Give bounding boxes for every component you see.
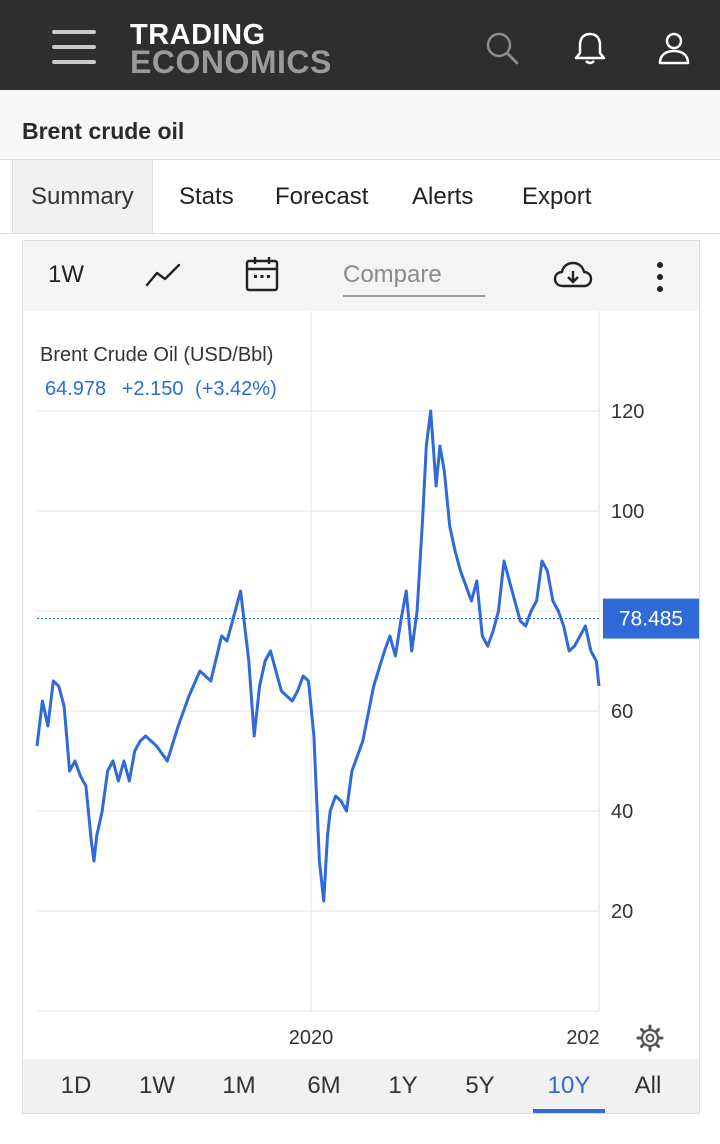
x-tick-202: 202 bbox=[566, 1027, 599, 1049]
tab-export[interactable]: Export bbox=[522, 160, 591, 233]
series-price-line bbox=[35, 409, 601, 903]
y-tick-100: 100 bbox=[611, 501, 644, 523]
chart-settings-icon[interactable] bbox=[636, 1024, 664, 1052]
tab-alerts[interactable]: Alerts bbox=[412, 160, 473, 233]
range-1m-button[interactable]: 1M bbox=[216, 1059, 262, 1113]
bell-icon[interactable] bbox=[572, 30, 608, 66]
tab-stats[interactable]: Stats bbox=[179, 160, 234, 233]
search-icon[interactable] bbox=[484, 30, 520, 66]
range-button-bar: 1D 1W 1M 6M 1Y 5Y 10Y All bbox=[23, 1059, 699, 1113]
tab-bar: Summary Stats Forecast Alerts Export bbox=[0, 160, 720, 234]
quote-price: 64.978 bbox=[45, 378, 106, 400]
y-tick-20: 20 bbox=[611, 901, 633, 923]
title-row: Brent crude oil bbox=[0, 90, 720, 160]
y-tick-60: 60 bbox=[611, 701, 633, 723]
user-icon[interactable] bbox=[656, 30, 692, 66]
range-5y-button[interactable]: 5Y bbox=[457, 1059, 503, 1113]
logo-line-2: ECONOMICS bbox=[130, 44, 332, 80]
y-tick-40: 40 bbox=[611, 801, 633, 823]
price-chart[interactable]: 20 40 60 100 120 Brent Crude Oil (USD/Bbl) 6… bbox=[23, 241, 699, 1057]
x-tick-2020: 2020 bbox=[289, 1027, 334, 1049]
range-all-button[interactable]: All bbox=[625, 1059, 671, 1113]
y-tick-120: 120 bbox=[611, 401, 644, 423]
quote-change-pct: (+3.42%) bbox=[195, 378, 277, 400]
range-1d-button[interactable]: 1D bbox=[53, 1059, 99, 1113]
range-10y-button[interactable]: 10Y bbox=[533, 1059, 605, 1113]
page-title: Brent crude oil bbox=[22, 118, 185, 144]
y-axis-labels: 20 40 60 100 120 bbox=[611, 401, 644, 923]
last-value-label: 78.485 bbox=[603, 598, 699, 639]
quote-value: 64.978 +2.150 (+3.42%) bbox=[45, 378, 277, 400]
chart-title: Brent Crude Oil (USD/Bbl) bbox=[40, 344, 273, 366]
range-6m-button[interactable]: 6M bbox=[299, 1059, 349, 1113]
top-navigation-bar: TRADING ECONOMICS bbox=[0, 0, 720, 90]
chart-card: 1W Compare 20 40 60 100 120 Brent Crude Oil … bbox=[22, 240, 700, 1114]
quote-change: +2.150 bbox=[122, 378, 184, 400]
tab-summary[interactable]: Summary bbox=[12, 160, 153, 233]
last-value-text: 78.485 bbox=[619, 608, 683, 631]
menu-icon[interactable] bbox=[52, 30, 96, 66]
range-1y-button[interactable]: 1Y bbox=[380, 1059, 426, 1113]
tab-forecast[interactable]: Forecast bbox=[275, 160, 368, 233]
range-1w-button[interactable]: 1W bbox=[134, 1059, 180, 1113]
trading-economics-logo[interactable]: TRADING ECONOMICS bbox=[130, 21, 332, 80]
